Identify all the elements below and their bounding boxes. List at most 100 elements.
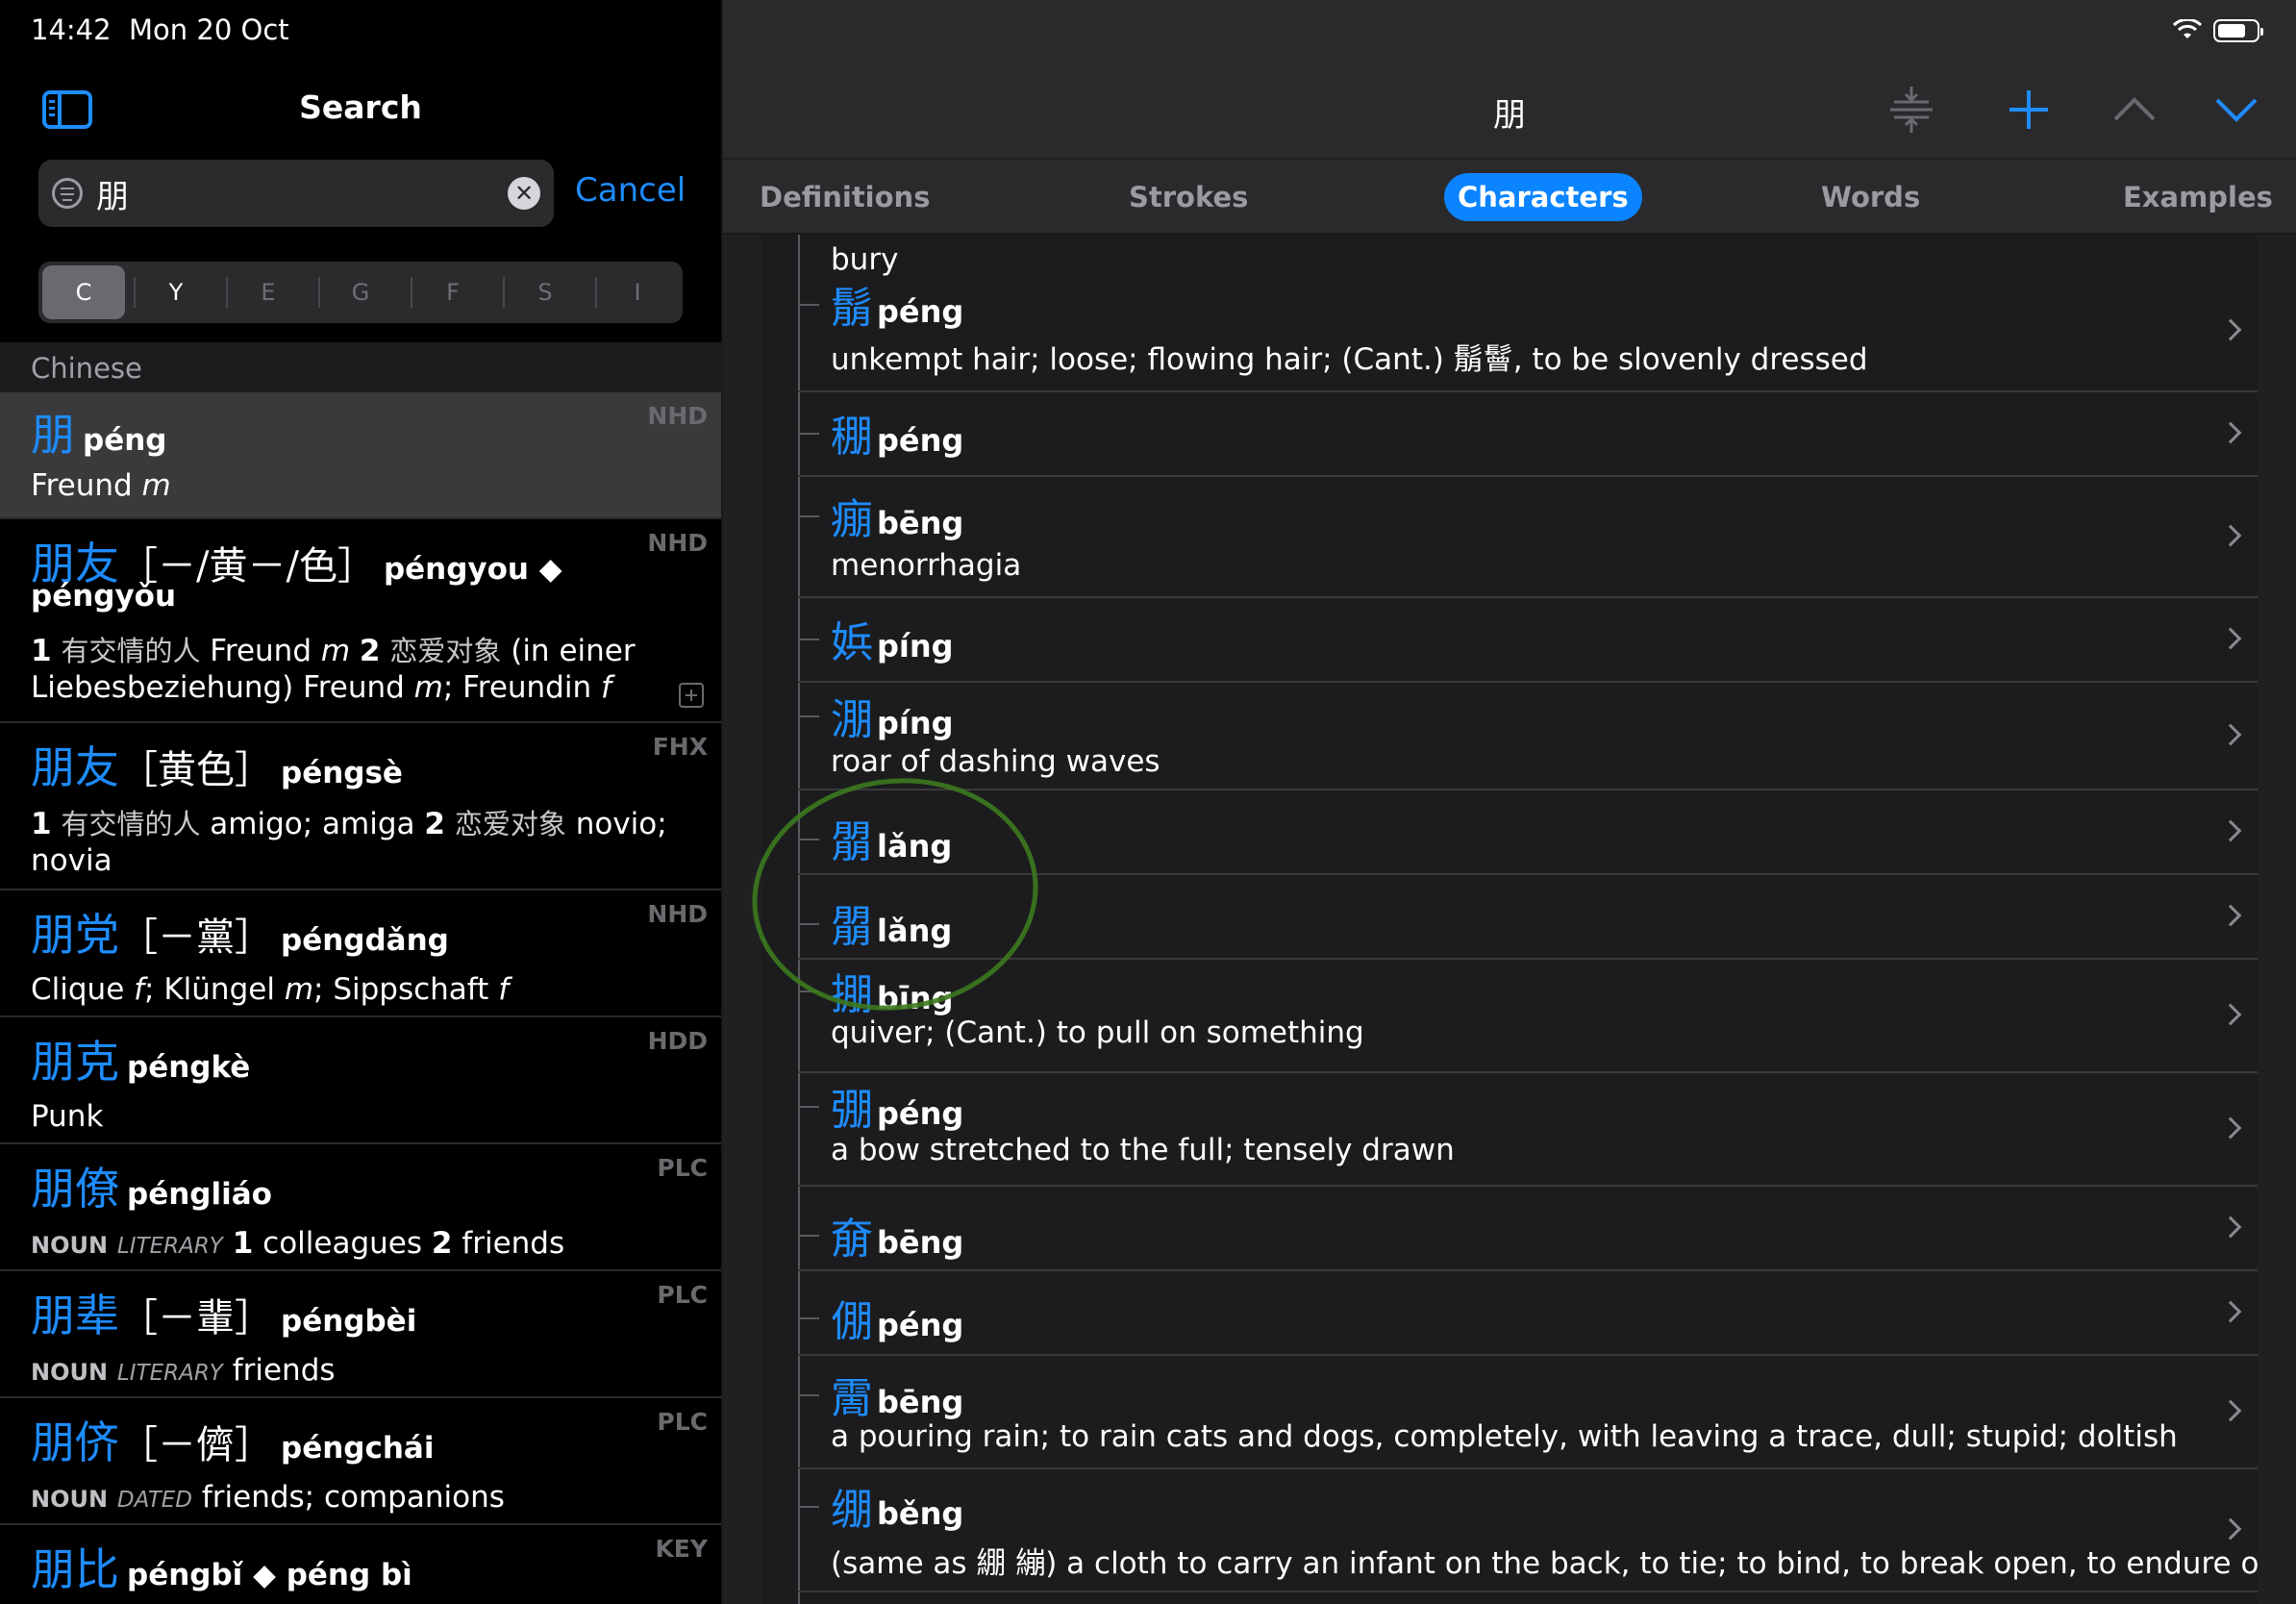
tab-characters[interactable]: Characters [1444,173,1642,221]
character-headword: 痭 bēng [831,485,963,546]
character-headword: 朤 lǎng [831,808,952,869]
result-row[interactable]: 朋侪［－儕］ péngchái PLC NOUN DATED friends; com… [0,1398,721,1525]
character-pinyin: bīng [877,980,954,1016]
result-pinyin: péngbǐ ◆ péng bì [127,1558,412,1592]
character-row[interactable]: 稝 péng [798,392,2258,477]
result-row[interactable]: 朋僚 péngliáo PLC NOUN LITERARY 1 colleagues … [0,1144,721,1271]
character-hanzi: 稝 [831,413,873,462]
tree-branch [798,639,819,640]
character-row[interactable]: 朤 lǎng [798,790,2258,875]
character-headword: 淜 píng [831,685,954,746]
character-pinyin: péng [877,422,964,459]
character-pinyin: péng [877,1095,964,1132]
character-row[interactable]: 鬅 péng unkempt hair; loose; flowing hair; … [798,271,2258,392]
character-headword: 绷 běng [831,1475,963,1537]
character-pinyin: píng [877,628,954,664]
chevron-right-icon [2219,421,2242,444]
segment-c[interactable]: C [42,265,125,319]
tab-words[interactable]: Words [1821,173,1920,221]
tab-examples[interactable]: Examples [2123,173,2273,221]
chevron-right-icon [2219,1399,2242,1422]
character-row[interactable]: 掤 bīng quiver; (Cant.) to pull on somethin… [798,960,2258,1073]
status-time-label: 14:42 [31,13,112,46]
tree-branch [798,923,819,925]
tab-strokes[interactable]: Strokes [1129,173,1248,221]
result-source-badge: FHX [652,733,708,761]
result-row[interactable]: 朋友［黄色］ péngsè FHX 1 有交情的人 amigo; amiga 2 恋爱… [0,723,721,890]
status-date-label: Mon 20 Oct [129,13,289,46]
split-view-icon[interactable] [1884,83,1938,137]
character-row[interactable]: 娦 píng [798,598,2258,683]
character-definition: a bow stretched to the full; tensely dra… [831,1133,1455,1167]
result-hanzi: 朋辈 [31,1290,119,1341]
result-headword: 朋僚 péngliáo [31,1154,272,1217]
filter-icon[interactable] [52,178,83,209]
section-header-label: Chinese [31,352,142,385]
result-row[interactable]: 朋克 péngkè HDD Punk [0,1017,721,1144]
status-time: 14:42 Mon 20 Oct [31,13,289,46]
character-row[interactable]: 倗 péng [798,1271,2258,1356]
tree-branch [798,1394,819,1396]
result-row[interactable]: 朋比 péngbǐ ◆ péng bì KEY [0,1525,721,1604]
character-row[interactable]: 朤 lǎng [798,875,2258,960]
segment-e[interactable]: E [227,265,310,319]
segment-divider [134,277,136,308]
cancel-button[interactable]: Cancel [575,171,686,210]
result-row[interactable]: 朋党［－黨］ péngdǎng NHD Clique f; Klüngel m; Si… [0,890,721,1017]
result-hanzi: 朋克 [31,1036,119,1088]
segment-i[interactable]: I [596,265,679,319]
entry-title: 朋 [1493,96,1526,135]
add-icon[interactable] [2002,83,2056,137]
result-source-badge: NHD [647,402,708,430]
result-definition: Punk [31,1099,104,1134]
search-field[interactable]: ✕ [38,160,554,227]
result-pinyin: péngyou ◆ [383,552,562,587]
character-hanzi: 朤 [831,818,873,867]
battery-icon [2213,19,2263,42]
result-variants: ［－輩］ [119,1296,273,1341]
segment-s[interactable]: S [504,265,586,319]
character-definition: quiver; (Cant.) to pull on something [831,1015,1364,1050]
result-definition: NOUN LITERARY 1 colleagues 2 friends [31,1226,565,1261]
result-row[interactable]: 朋 péng NHD Freund m [0,392,721,519]
tree-branch [798,515,819,517]
character-row[interactable]: 绷 běng (same as 綳 繃) a cloth to carry an i… [798,1469,2258,1592]
character-hanzi: 痭 [831,495,873,544]
character-hanzi: 掤 [831,970,873,1019]
tab-definitions[interactable]: Definitions [760,173,930,221]
segment-y[interactable]: Y [135,265,217,319]
clear-search-icon[interactable]: ✕ [508,177,540,210]
character-hanzi: 绷 [831,1486,873,1535]
character-headword: 掤 bīng [831,960,954,1021]
result-pinyin: péngbèi [281,1304,417,1339]
result-source-badge: PLC [657,1408,708,1436]
segment-g[interactable]: G [319,265,402,319]
character-row[interactable]: 淜 píng roar of dashing waves [798,683,2258,790]
character-row[interactable]: 痭 bēng menorrhagia [798,477,2258,598]
character-headword: 弸 péng [831,1075,963,1137]
result-hanzi: 朋僚 [31,1163,119,1215]
tree-branch [798,1106,819,1108]
character-hanzi: 奟 [831,1215,873,1264]
result-pinyin: péngdǎng [281,923,449,958]
result-row[interactable]: 朋友［－/黄－/色］ péngyou ◆ péngyǒu NHD 1 有交情的人 Fre… [0,519,721,723]
chevron-down-icon[interactable] [2209,83,2263,137]
character-hanzi: 霌 [831,1374,873,1423]
character-hanzi: 鬅 [831,284,873,333]
result-definition: NOUN LITERARY friends [31,1353,336,1388]
character-definition: unkempt hair; loose; flowing hair; (Cant… [831,342,1868,377]
chevron-up-icon[interactable] [2108,83,2161,137]
character-row[interactable]: 霌 bēng a pouring rain; to rain cats and do… [798,1356,2258,1469]
character-definition: (same as 綳 繃) a cloth to carry an infant… [831,1546,2258,1581]
search-input[interactable] [96,172,481,214]
segment-f[interactable]: F [412,265,494,319]
expand-icon[interactable] [679,683,704,708]
entry-detail: 朋 Definitions Strokes Characters Words Examp… [723,0,2296,1604]
characters-list: bury 鬅 péng unkempt hair; loose; flowing h… [761,235,2258,1604]
result-hanzi: 朋侪 [31,1416,119,1468]
chevron-right-icon [2219,1300,2242,1323]
result-row[interactable]: 朋辈［－輩］ péngbèi PLC NOUN LITERARY friends [0,1271,721,1398]
character-row[interactable]: 奟 bēng [798,1187,2258,1271]
character-row[interactable]: 弸 péng a bow stretched to the full; tensel… [798,1073,2258,1187]
character-definition: menorrhagia [831,548,1022,583]
